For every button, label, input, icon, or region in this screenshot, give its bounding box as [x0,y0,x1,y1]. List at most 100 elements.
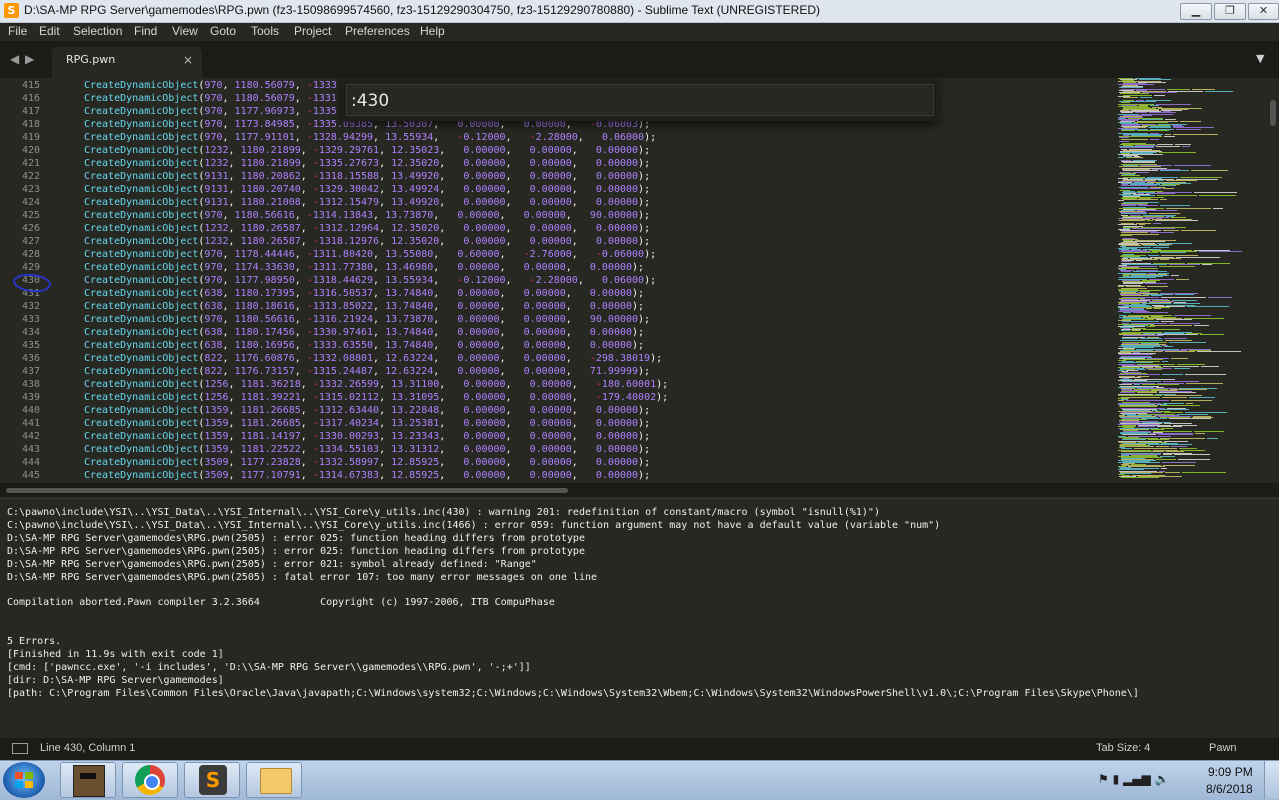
minimap-segment [1164,441,1188,442]
numeric-literal: 13.31312 [391,444,440,455]
tab-label[interactable]: RPG.pwn [66,53,115,66]
minimap-segment [1119,137,1129,138]
code-line[interactable]: CreateDynamicObject(9131, 1180.20862, -1… [84,171,650,182]
minimap[interactable] [1116,78,1269,483]
tab-list-dropdown-icon[interactable]: ▼ [1256,52,1264,65]
minimap-segment [1118,286,1124,287]
code-line[interactable]: CreateDynamicObject(970, 1180.56079, -13… [84,93,337,104]
code-line[interactable]: CreateDynamicObject(970, 1177.91101, -13… [84,132,656,143]
comma: , [300,392,313,403]
minimap-segment [1150,139,1159,140]
statement-end: ); [638,470,651,481]
horizontal-scrollbar-thumb[interactable] [6,488,568,493]
code-line[interactable]: CreateDynamicObject(970, 1180.56079, -13… [84,80,337,91]
code-line[interactable]: CreateDynamicObject(970, 1180.56616, -13… [84,314,650,325]
vertical-scrollbar[interactable] [1270,100,1276,126]
comma: , [379,379,392,390]
status-syntax[interactable]: Pawn [1209,742,1237,754]
comma: , [379,457,392,468]
clock-date[interactable]: 8/6/2018 [1206,782,1253,796]
status-cursor-position[interactable]: Line 430, Column 1 [40,742,135,754]
minimize-button[interactable]: ▁ [1180,3,1212,20]
numeric-literal: 1311.77380 [312,262,374,273]
comma: , [439,392,464,403]
code-line[interactable]: CreateDynamicObject(1232, 1180.26587, -1… [84,223,650,234]
code-line[interactable]: CreateDynamicObject(822, 1176.73157, -13… [84,366,650,377]
menu-preferences[interactable]: Preferences [345,24,410,38]
menu-goto[interactable]: Goto [210,24,236,38]
minimap-segment [1158,434,1193,435]
menu-find[interactable]: Find [134,24,157,38]
code-line[interactable]: CreateDynamicObject(638, 1180.17395, -13… [84,288,644,299]
code-line[interactable]: CreateDynamicObject(1359, 1181.26685, -1… [84,418,650,429]
tab-close-icon[interactable]: × [183,53,193,67]
panel-toggle-icon[interactable] [12,743,28,754]
code-line[interactable]: CreateDynamicObject(1232, 1180.21899, -1… [84,145,650,156]
output-line: Compilation aborted.Pawn compiler 3.2.36… [7,597,555,609]
tab-nav-right-icon[interactable]: ▶ [25,52,34,66]
code-line[interactable]: CreateDynamicObject(638, 1180.18616, -13… [84,301,644,312]
function-name: CreateDynamicObject [84,431,199,442]
code-line[interactable]: CreateDynamicObject(638, 1180.16956, -13… [84,340,644,351]
minimap-segment [1171,217,1186,218]
code-line[interactable]: CreateDynamicObject(970, 1174.33630, -13… [84,262,644,273]
comma: , [379,418,392,429]
menu-edit[interactable]: Edit [39,24,60,38]
code-line[interactable]: CreateDynamicObject(9131, 1180.21008, -1… [84,197,650,208]
code-editor[interactable]: 415 416 417 418 419 420 421 422 423 424 425 426 427 4… [0,78,1116,483]
statement-end: ); [656,392,669,403]
code-line[interactable]: CreateDynamicObject(1359, 1181.22522, -1… [84,444,650,455]
code-line[interactable]: CreateDynamicObject(1232, 1180.26587, -1… [84,236,650,247]
code-line[interactable]: CreateDynamicObject(822, 1176.60876, -13… [84,353,662,364]
code-line[interactable]: CreateDynamicObject(970, 1180.56616, -13… [84,210,650,221]
code-line[interactable]: CreateDynamicObject(970, 1177.98950, -13… [84,275,656,286]
numeric-literal: 0.06000 [601,275,645,286]
comma: , [300,236,313,247]
minimap-segment [1139,224,1145,225]
build-output-panel[interactable]: C:\pawno\include\YSI\..\YSI_Data\..\YSI_… [0,498,1279,739]
code-line[interactable]: CreateDynamicObject(1359, 1181.14197, -1… [84,431,650,442]
code-line[interactable]: CreateDynamicObject(3509, 1177.23828, -1… [84,457,650,468]
menu-tools[interactable]: Tools [251,24,279,38]
menu-project[interactable]: Project [294,24,331,38]
status-tab-size[interactable]: Tab Size: 4 [1096,742,1150,754]
numeric-literal: 13.55934 [385,132,434,143]
minimap-segment [1123,162,1155,163]
minimap-segment [1138,205,1158,206]
numeric-literal: 0.00000 [463,184,506,195]
minimap-segment [1157,195,1197,196]
system-tray-icons[interactable]: ⚑ ▮ ▂▄▆ 🔈 [1098,772,1169,786]
numeric-literal: 0.00000 [529,197,572,208]
menu-help[interactable]: Help [420,24,445,38]
menu-file[interactable]: File [8,24,27,38]
code-line[interactable]: CreateDynamicObject(1359, 1181.26685, -1… [84,405,650,416]
numeric-literal: 0.00000 [457,340,500,351]
code-line[interactable]: CreateDynamicObject(638, 1180.17456, -13… [84,327,644,338]
show-desktop-button[interactable] [1264,761,1279,799]
comma: , [439,236,464,247]
maximize-button[interactable]: ❐ [1214,3,1246,20]
numeric-literal: 970 [204,119,223,130]
numeric-literal: 13.55934 [385,275,434,286]
code-line[interactable]: CreateDynamicObject(970, 1178.44446, -13… [84,249,656,260]
numeric-literal: 1359 [204,431,229,442]
comma: , [379,431,392,442]
code-line[interactable]: CreateDynamicObject(1232, 1180.21899, -1… [84,158,650,169]
tab-nav-left-icon[interactable]: ◀ [10,52,19,66]
statement-end: ); [638,184,651,195]
clock-time[interactable]: 9:09 PM [1208,765,1253,779]
close-window-button[interactable]: ✕ [1248,3,1279,20]
menu-view[interactable]: View [172,24,198,38]
numeric-literal: 0.00000 [457,288,500,299]
sublime-app-icon[interactable]: S [4,3,19,18]
minimap-segment [1133,271,1167,272]
code-line[interactable]: CreateDynamicObject(1256, 1181.36218, -1… [84,379,668,390]
goto-line-input[interactable]: :430 [346,84,934,116]
code-line[interactable]: CreateDynamicObject(1256, 1181.39221, -1… [84,392,668,403]
code-line[interactable]: CreateDynamicObject(3509, 1177.10791, -1… [84,470,650,481]
menu-selection[interactable]: Selection [73,24,122,38]
code-line[interactable]: CreateDynamicObject(9131, 1180.20740, -1… [84,184,650,195]
numeric-literal: 0.00000 [529,184,572,195]
numeric-literal: 1314.13843 [312,210,374,221]
code-line[interactable]: CreateDynamicObject(970, 1177.96973, -13… [84,106,337,117]
